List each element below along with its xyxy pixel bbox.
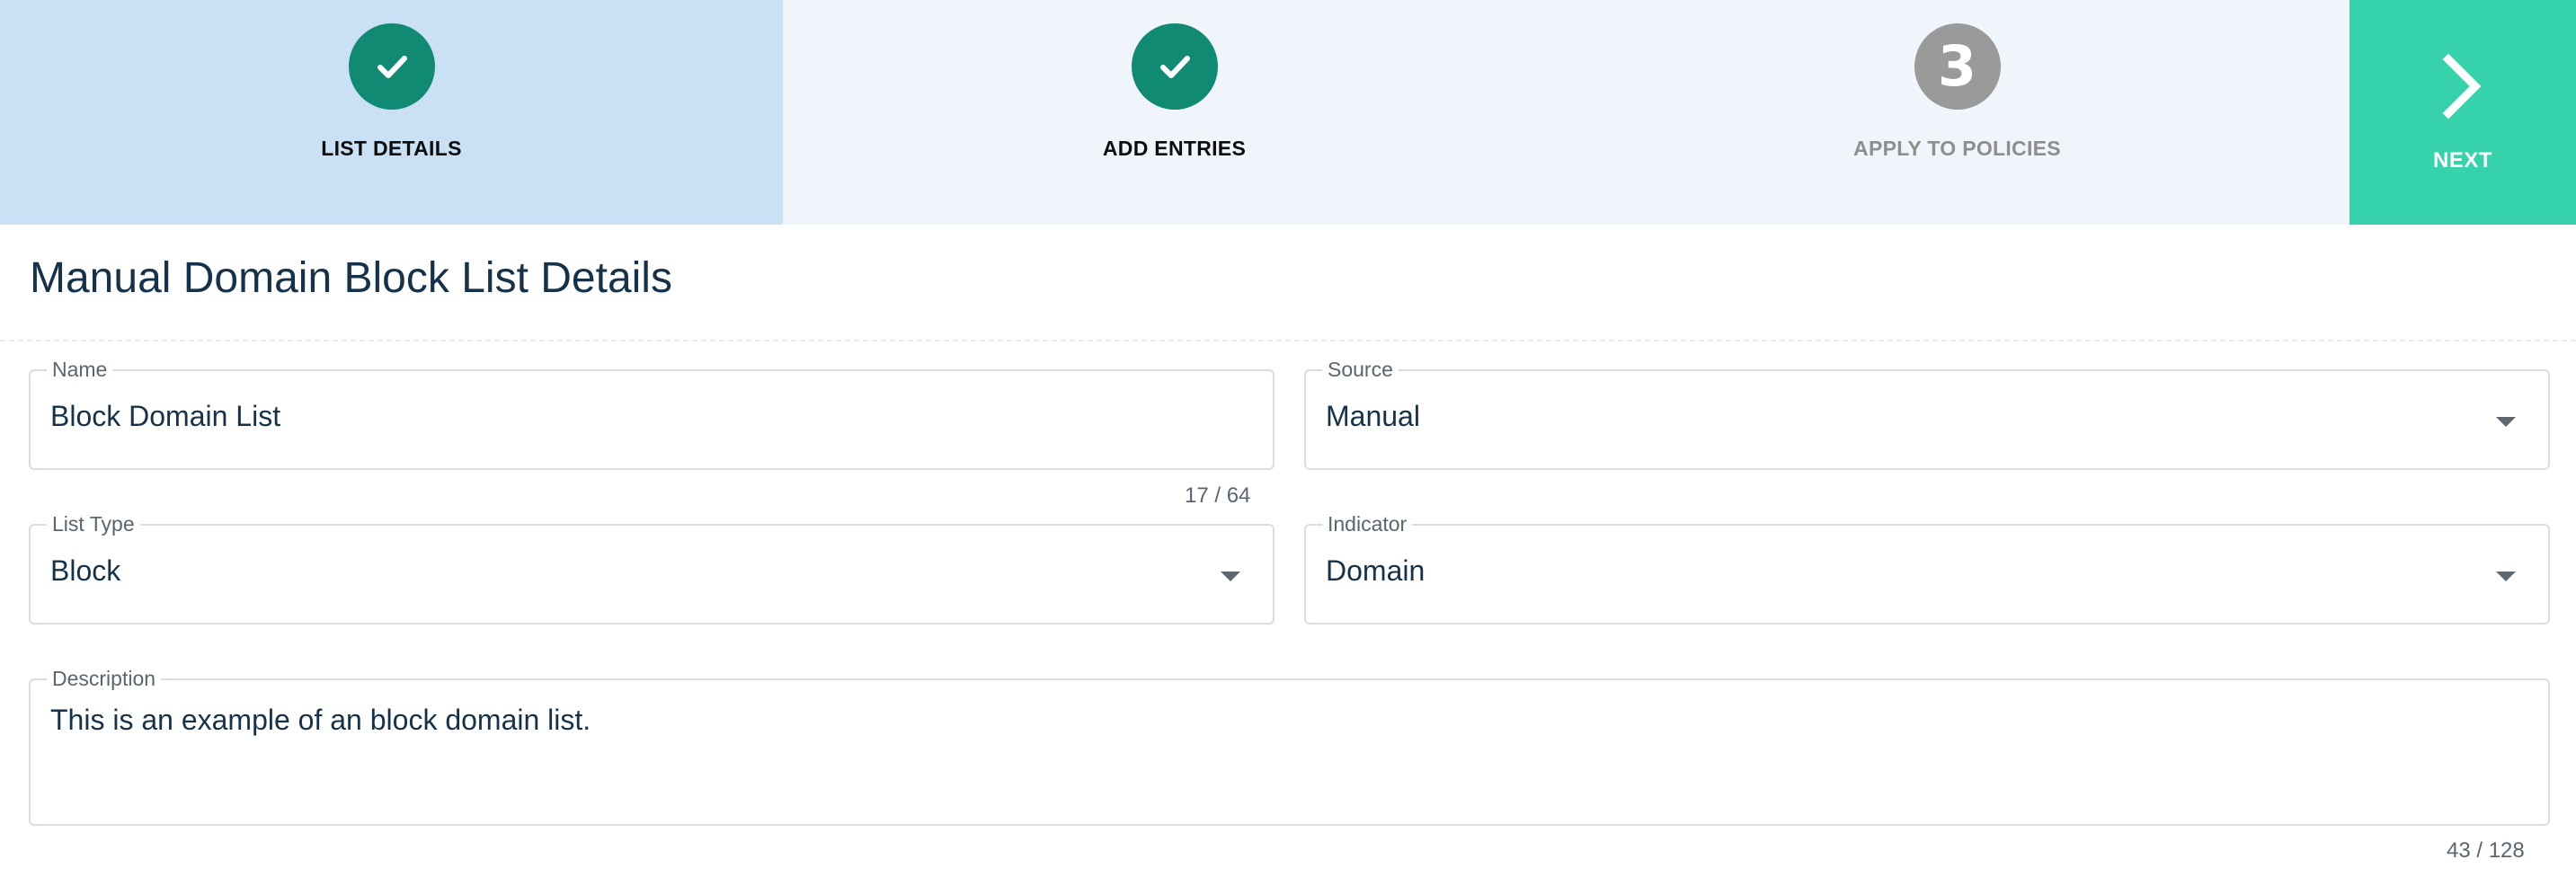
list-type-select[interactable]: List Type Block (29, 512, 1275, 625)
check-icon (377, 56, 407, 78)
step-list-details[interactable]: LIST DETAILS (0, 0, 783, 225)
description-value[interactable]: This is an example of an block domain li… (50, 704, 591, 737)
name-label: Name (47, 358, 113, 381)
page-title: Manual Domain Block List Details (30, 254, 672, 302)
step-number-badge: 3 (1914, 23, 2001, 110)
step-complete-badge (1131, 23, 1218, 110)
indicator-select[interactable]: Indicator Domain (1304, 512, 2550, 625)
step-add-entries[interactable]: ADD ENTRIES (783, 0, 1566, 225)
name-value[interactable]: Block Domain List (50, 400, 280, 433)
dropdown-arrow-icon[interactable] (2496, 572, 2516, 581)
step-complete-badge (348, 23, 435, 110)
dropdown-arrow-icon[interactable] (1221, 572, 1240, 581)
name-field[interactable]: Name Block Domain List (29, 358, 1275, 470)
chevron-right-icon (2442, 53, 2482, 120)
source-label: Source (1322, 358, 1399, 381)
name-char-counter: 17 / 64 (1185, 483, 1251, 508)
source-value: Manual (1326, 400, 1420, 432)
next-button[interactable]: NEXT (2349, 0, 2576, 225)
step-apply-to-policies[interactable]: 3 APPLY TO POLICIES (1566, 0, 2349, 225)
next-button-label: NEXT (2432, 148, 2492, 173)
dropdown-arrow-icon[interactable] (2496, 417, 2516, 427)
step-label: LIST DETAILS (321, 137, 462, 160)
description-label: Description (47, 667, 162, 690)
divider (0, 340, 2576, 341)
check-icon (1159, 56, 1190, 78)
list-type-value: Block (50, 554, 121, 587)
indicator-label: Indicator (1322, 512, 1413, 536)
step-label: ADD ENTRIES (1102, 137, 1247, 160)
indicator-value: Domain (1326, 554, 1426, 587)
step-label: APPLY TO POLICIES (1853, 137, 2061, 160)
description-field[interactable]: Description This is an example of an blo… (29, 667, 2550, 826)
stepper: LIST DETAILS ADD ENTRIES 3 APPLY TO POLI… (0, 0, 2576, 225)
description-char-counter: 43 / 128 (2447, 838, 2525, 863)
step-number: 3 (1937, 33, 1977, 99)
source-select[interactable]: Source Manual (1304, 358, 2550, 470)
list-type-label: List Type (47, 512, 140, 536)
